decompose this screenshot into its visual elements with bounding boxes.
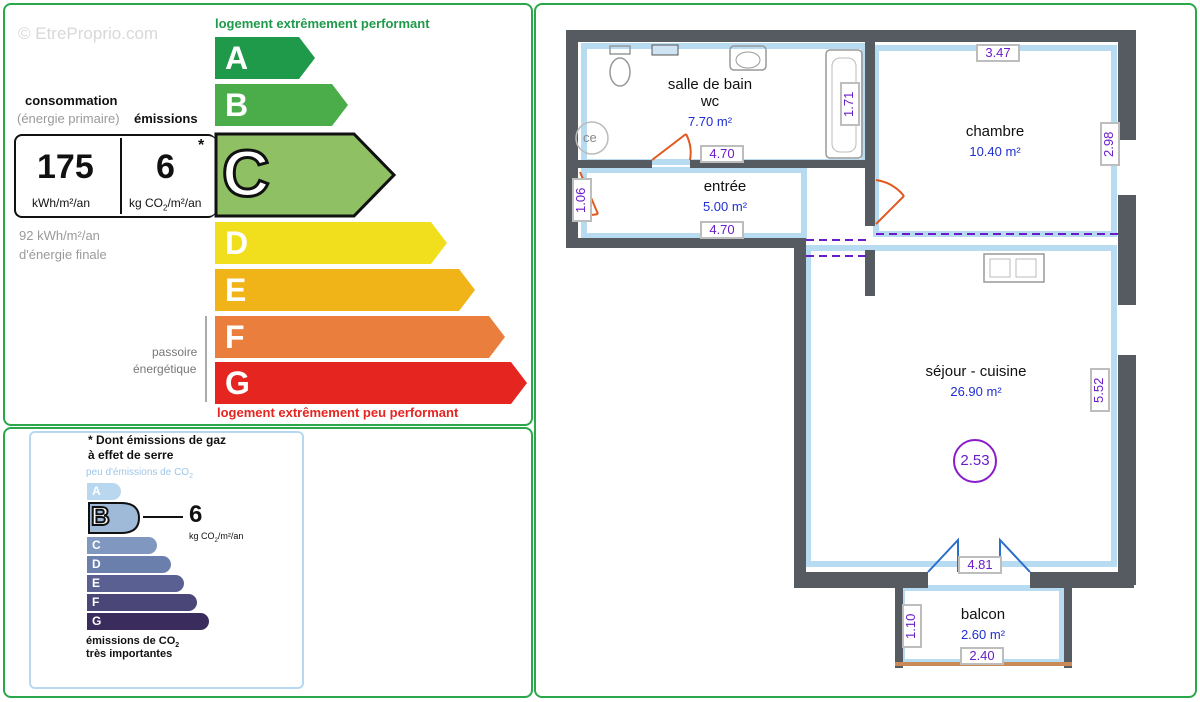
room-chambre: chambre 10.40 m² [935, 123, 1055, 159]
ges-current-letter: B [90, 500, 111, 532]
energy-class-bar-b: B [215, 84, 348, 128]
room-area: 5.00 m² [702, 199, 748, 214]
dim-240: 2.40 [960, 647, 1004, 665]
energy-class-bar-a: A [215, 37, 315, 81]
dim-481: 4.81 [958, 556, 1002, 574]
asterisk: * [198, 137, 205, 154]
ges-top-label: peu d'émissions de CO2 [86, 467, 193, 480]
room-area: 2.60 m² [960, 627, 1006, 642]
energy-class-letter: B [225, 87, 249, 123]
room-sejour-cuisine: séjour - cuisine 26.90 m² [906, 363, 1046, 399]
ges-class-letter: G [92, 614, 102, 628]
room-area: 7.70 m² [687, 114, 733, 129]
passoire-line2: énergétique [133, 362, 197, 376]
ges-class-letter: F [92, 595, 100, 609]
ges-class-bar-g: G [87, 613, 209, 630]
ges-value: 6 [189, 501, 203, 528]
dim-470-top: 4.70 [700, 145, 744, 163]
ges-title-line1: * Dont émissions de gaz [88, 433, 227, 447]
energy-class-bar-d: D [215, 222, 447, 266]
dpe-top-label: logement extrêmement performant [215, 16, 430, 31]
room-subname: wc [700, 93, 720, 110]
ges-class-bar-e: E [87, 575, 184, 592]
emissions-value: 6 [156, 148, 175, 186]
room-name: balcon [960, 606, 1006, 623]
consumption-title: consommation [25, 93, 118, 108]
dpe-bottom-label: logement extrêmement peu performant [217, 405, 459, 420]
dim-470-bottom: 4.70 [700, 221, 744, 239]
room-salle-de-bain: salle de bain wc 7.70 m² [650, 76, 770, 129]
room-balcon: balcon 2.60 m² [928, 606, 1038, 642]
energy-class-letter: E [225, 272, 247, 308]
ceiling-height-badge: 2.53 [960, 452, 990, 469]
dim-298: 2.98 [1100, 122, 1120, 166]
final-energy-line1: 92 kWh/m²/an [19, 228, 100, 243]
final-energy-line2: d'énergie finale [19, 247, 107, 262]
watermark: © EtreProprio.com [18, 24, 159, 43]
dpe-value-divider [120, 138, 122, 214]
consumption-unit: kWh/m²/an [32, 196, 91, 210]
dim-110: 1.10 [902, 604, 922, 648]
dim-106: 1.06 [572, 178, 592, 222]
room-entree: entrée 5.00 m² [665, 178, 785, 214]
consumption-value: 175 [37, 148, 94, 186]
dim-552: 5.52 [1090, 368, 1110, 412]
ges-pointer-line [143, 516, 183, 518]
energy-class-letter: D [225, 225, 249, 261]
passoire-line1: passoire [152, 345, 198, 359]
energy-class-bar-e: E [215, 269, 475, 313]
room-name: séjour - cuisine [925, 363, 1027, 380]
ges-class-bar-a: A [87, 483, 121, 500]
room-area: 10.40 m² [969, 144, 1021, 159]
ce-label: ce [583, 130, 597, 145]
ges-class-bar-f: F [87, 594, 197, 611]
current-class-letter: C [221, 135, 272, 212]
room-name: salle de bain [667, 76, 753, 93]
energy-class-bar-f: F [215, 316, 505, 360]
dim-347: 3.47 [976, 44, 1020, 62]
ges-class-bar-c: C [87, 537, 157, 554]
ges-bottom-label-line2: très importantes [86, 648, 173, 660]
emissions-unit: kg CO2/m²/an [129, 196, 202, 213]
energy-class-letter: G [225, 365, 250, 401]
dim-171: 1.71 [840, 82, 860, 126]
emissions-title: émissions [134, 111, 198, 126]
consumption-subtitle: (énergie primaire) [17, 111, 120, 126]
room-name: chambre [965, 123, 1025, 140]
ges-class-bar-d: D [87, 556, 171, 573]
passoire-bracket [205, 316, 207, 402]
room-name: entrée [703, 178, 747, 195]
energy-class-bar-g: G [215, 362, 527, 406]
ges-title-line2: à effet de serre [88, 448, 174, 462]
ges-class-letter: A [92, 484, 101, 498]
room-area: 26.90 m² [950, 384, 1002, 399]
floor-plan [566, 30, 1136, 668]
ges-class-letter: C [92, 538, 101, 552]
ges-class-letter: D [92, 557, 101, 571]
energy-class-letter: A [225, 40, 249, 76]
energy-class-letter: F [225, 319, 245, 355]
ges-unit: kg CO2/m²/an [189, 531, 244, 544]
ges-class-letter: E [92, 576, 101, 590]
